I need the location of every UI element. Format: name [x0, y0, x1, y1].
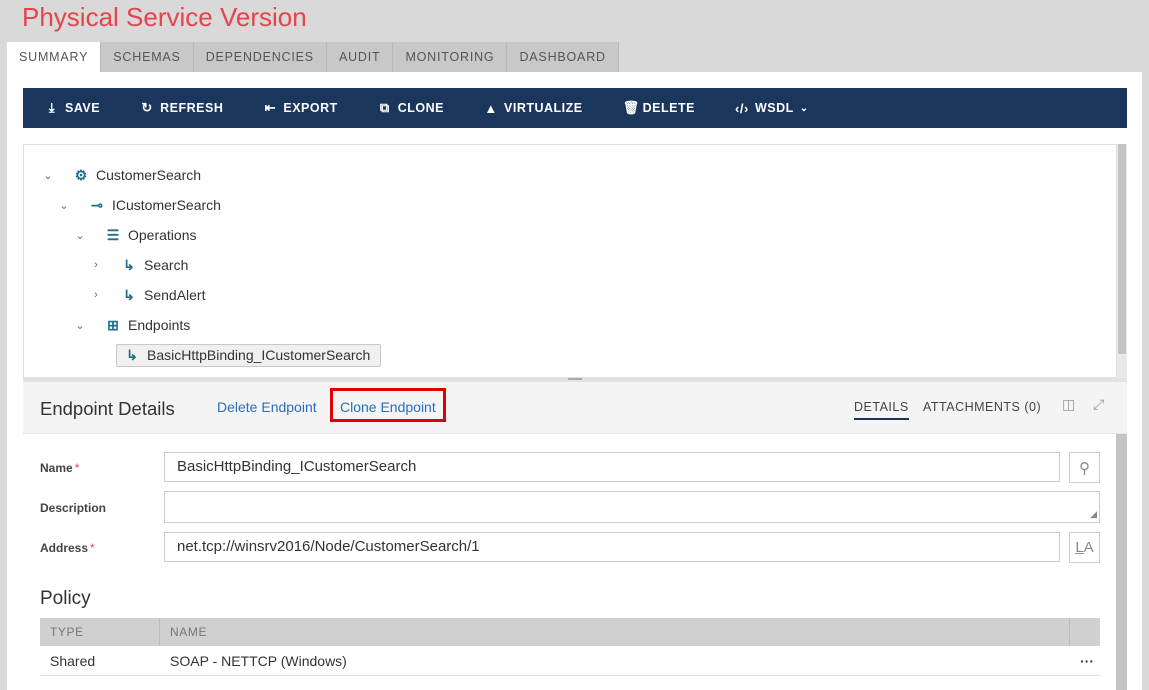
top-tabs: SUMMARY SCHEMAS DEPENDENCIES AUDIT MONIT… — [7, 42, 619, 72]
policy-title: Policy — [40, 588, 91, 609]
delete-button[interactable]: 🗑 DELETE — [623, 100, 695, 116]
tree-label-search: Search — [144, 257, 189, 273]
cell-name: SOAP - NETTCP (Windows) — [170, 653, 347, 669]
tree-scrollbar[interactable] — [1117, 144, 1127, 378]
service-tree: ⌄ ⚙ CustomerSearch ⌄ ⊸ ICustomerSearch ⌄… — [23, 144, 1117, 378]
tree-label-sendalert: SendAlert — [144, 287, 206, 303]
wsdl-dropdown[interactable]: ‹/› WSDL ⌄ — [735, 101, 809, 116]
virtualize-label: VIRTUALIZE — [504, 101, 583, 115]
tree-node-interface[interactable]: ⌄ ⊸ ICustomerSearch — [58, 193, 221, 217]
splitter-grip[interactable] — [568, 378, 582, 380]
delete-label: DELETE — [642, 101, 695, 115]
name-label: Name * — [40, 461, 79, 475]
virtualize-icon: ▲ — [484, 100, 498, 116]
chevron-right-icon[interactable]: › — [90, 259, 102, 271]
export-button[interactable]: ⇤ EXPORT — [263, 100, 338, 116]
save-button[interactable]: ⤓ SAVE — [45, 100, 100, 116]
tree-node-operation-search[interactable]: › ↳ Search — [90, 253, 188, 277]
chevron-right-icon[interactable]: › — [90, 289, 102, 301]
tab-dashboard[interactable]: DASHBOARD — [507, 42, 619, 72]
tab-details[interactable]: DETAILS — [854, 400, 909, 420]
column-header-type[interactable]: TYPE — [40, 618, 160, 646]
download-icon: ⤓ — [48, 100, 56, 115]
endpoint-icon: ↳ — [126, 346, 138, 363]
row-actions-menu[interactable]: ··· — [1070, 646, 1100, 675]
tab-summary[interactable]: SUMMARY — [7, 42, 102, 72]
tree-label-interface: ICustomerSearch — [112, 197, 221, 213]
trash-icon: 🗑 — [622, 100, 640, 115]
tab-audit[interactable]: AUDIT — [326, 42, 394, 72]
required-mark: * — [74, 461, 80, 475]
address-label: Address * — [40, 541, 95, 555]
tree-label-operations: Operations — [128, 227, 197, 243]
description-field[interactable]: ◢ — [164, 491, 1100, 523]
details-header: Endpoint Details Delete Endpoint Clone E… — [23, 382, 1127, 434]
cell-type: Shared — [50, 653, 96, 669]
refresh-icon: ↻ — [141, 100, 153, 115]
chevron-down-icon[interactable]: ⌄ — [74, 229, 86, 242]
localize-button[interactable]: L̲A — [1069, 532, 1100, 563]
chevron-down-icon[interactable]: ⌄ — [42, 169, 54, 182]
clone-button[interactable]: ⧉ CLONE — [378, 100, 444, 116]
save-label: SAVE — [65, 101, 101, 115]
clone-label: CLONE — [397, 101, 445, 115]
description-label-text: Description — [40, 501, 107, 515]
tree-label-service: CustomerSearch — [96, 167, 202, 183]
address-label-text: Address — [40, 541, 89, 555]
table-row[interactable]: Shared SOAP - NETTCP (Windows) ··· — [40, 646, 1100, 676]
localize-icon: L̲A — [1075, 539, 1094, 556]
tree-node-endpoint-selected[interactable]: ↳ BasicHttpBinding_ICustomerSearch — [116, 343, 382, 367]
split-view-icon[interactable]: ◫ — [1062, 396, 1075, 413]
virtualize-button[interactable]: ▲ VIRTUALIZE — [484, 101, 583, 116]
tree-node-operation-sendalert[interactable]: › ↳ SendAlert — [90, 283, 205, 307]
operation-icon: ↳ — [123, 286, 135, 303]
tab-attachments[interactable]: ATTACHMENTS (0) — [923, 400, 1041, 414]
page-title: Physical Service Version — [22, 2, 307, 32]
interface-icon: ⊸ — [91, 196, 103, 213]
policy-table: TYPE NAME Shared SOAP - NETTCP (Windows)… — [40, 618, 1100, 676]
chevron-down-icon[interactable]: ⌄ — [58, 199, 70, 212]
expand-icon[interactable]: ⤢ — [1093, 396, 1104, 413]
toolbar: ⤓ SAVE ↻ REFRESH ⇤ EXPORT ⧉ CLONE ▲ VIRT… — [23, 88, 1127, 128]
chevron-down-icon: ⌄ — [799, 102, 809, 114]
selected-node-box[interactable]: ↳ BasicHttpBinding_ICustomerSearch — [116, 343, 382, 367]
tree-node-endpoints[interactable]: ⌄ ⊞ Endpoints — [74, 313, 190, 337]
key-icon: ⚲ — [1079, 459, 1090, 477]
tree-node-service[interactable]: ⌄ ⚙ CustomerSearch — [42, 163, 201, 187]
tree-scroll-thumb[interactable] — [1118, 144, 1126, 354]
tree-label-endpoints: Endpoints — [128, 317, 191, 333]
tab-dependencies[interactable]: DEPENDENCIES — [193, 42, 327, 72]
copy-icon: ⧉ — [379, 100, 390, 115]
name-field[interactable]: BasicHttpBinding_ICustomerSearch — [164, 452, 1060, 482]
tab-schemas[interactable]: SCHEMAS — [101, 42, 194, 72]
delete-endpoint-link[interactable]: Delete Endpoint — [217, 399, 317, 415]
operations-icon: ☰ — [106, 226, 120, 243]
export-icon: ⇤ — [264, 100, 277, 115]
clone-endpoint-link[interactable]: Clone Endpoint — [340, 399, 436, 415]
refresh-button[interactable]: ↻ REFRESH — [140, 100, 223, 116]
required-mark: * — [90, 541, 95, 555]
address-field[interactable]: net.tcp://winsrv2016/Node/CustomerSearch… — [164, 532, 1060, 562]
name-label-text: Name — [40, 461, 73, 475]
resize-grip-icon[interactable]: ◢ — [1090, 509, 1097, 520]
content-panel: ⤓ SAVE ↻ REFRESH ⇤ EXPORT ⧉ CLONE ▲ VIRT… — [7, 72, 1142, 690]
details-title: Endpoint Details — [40, 398, 175, 419]
export-label: EXPORT — [283, 101, 338, 115]
tab-monitoring[interactable]: MONITORING — [393, 42, 508, 72]
column-header-actions — [1070, 618, 1100, 646]
tree-label-endpoint: BasicHttpBinding_ICustomerSearch — [147, 347, 371, 363]
operation-icon: ↳ — [123, 256, 135, 273]
tree-node-operations[interactable]: ⌄ ☰ Operations — [74, 223, 196, 247]
key-button[interactable]: ⚲ — [1069, 452, 1100, 483]
chevron-down-icon[interactable]: ⌄ — [74, 319, 86, 332]
gear-icon: ⚙ — [74, 166, 88, 183]
details-scrollbar[interactable] — [1116, 434, 1127, 690]
description-label: Description — [40, 501, 106, 515]
column-header-name[interactable]: NAME — [160, 618, 1070, 646]
wsdl-label: WSDL — [754, 101, 794, 115]
endpoints-icon: ⊞ — [107, 316, 119, 333]
refresh-label: REFRESH — [160, 101, 224, 115]
policy-table-header: TYPE NAME — [40, 618, 1100, 646]
code-icon: ‹/› — [735, 100, 749, 116]
